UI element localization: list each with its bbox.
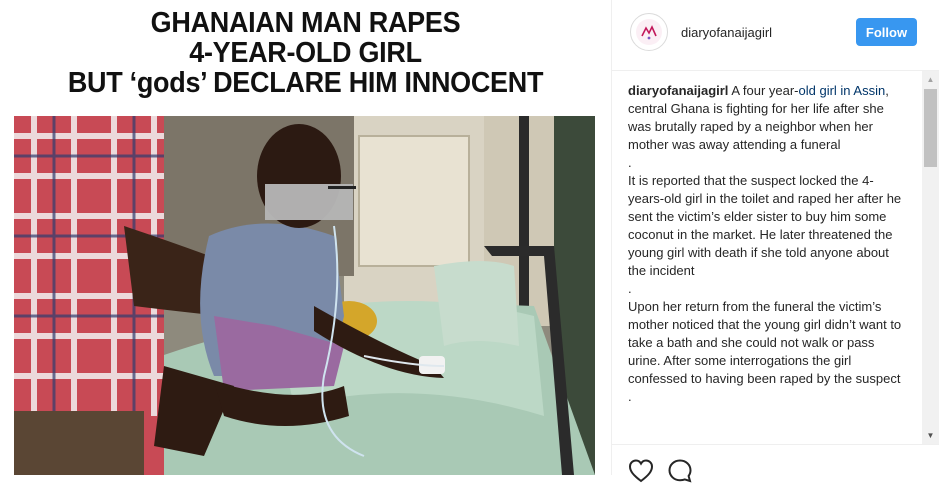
caption-scrollbar[interactable]: ▲ ▼: [922, 71, 939, 444]
scroll-down-arrow-icon[interactable]: ▼: [922, 427, 939, 444]
comment-icon[interactable]: [667, 458, 693, 484]
headline-line-3: BUT ‘gods’ DECLARE HIM INNOCENT: [67, 67, 544, 99]
eye-bar-overlay: [328, 186, 356, 189]
photo-illustration: [14, 116, 595, 475]
post-photo: [14, 116, 595, 475]
post-actions: [612, 444, 939, 483]
comments-area[interactable]: diaryofanaijagirl A four year-old girl i…: [612, 71, 939, 444]
follow-button[interactable]: Follow: [856, 18, 917, 46]
caption-intro: diaryofanaijagirl A four year-old girl i…: [628, 82, 904, 154]
caption-separator-2: .: [628, 281, 632, 296]
profile-avatar[interactable]: [630, 13, 668, 51]
caption-separator-1: .: [628, 155, 632, 170]
caption-separator-3: .: [628, 389, 632, 404]
headline-line-1: GHANAIAN MAN RAPES: [150, 7, 461, 39]
headline-line-2: 4-YEAR-OLD GIRL: [189, 37, 422, 69]
caption-username[interactable]: diaryofanaijagirl: [628, 83, 728, 98]
post-panel: diaryofanaijagirl Follow diaryofanaijagi…: [611, 0, 939, 483]
post-image[interactable]: GHANAIAN MAN RAPES 4-YEAR-OLD GIRL BUT ‘…: [0, 0, 611, 475]
post-caption: diaryofanaijagirl A four year-old girl i…: [628, 82, 904, 406]
caption-intro-prefix: A four year-: [728, 83, 799, 98]
caption-paragraph-3: Upon her return from the funeral the vic…: [628, 299, 902, 386]
heart-icon[interactable]: [628, 458, 654, 484]
header-username[interactable]: diaryofanaijagirl: [681, 25, 772, 40]
face-blur-overlay: [265, 184, 353, 220]
post-headline: GHANAIAN MAN RAPES 4-YEAR-OLD GIRL BUT ‘…: [0, 8, 611, 98]
scroll-up-arrow-icon[interactable]: ▲: [922, 71, 939, 88]
scrollbar-thumb[interactable]: [924, 89, 937, 167]
caption-intro-link: old girl in Assin: [798, 83, 886, 98]
avatar-logo-icon: [636, 19, 662, 45]
caption-paragraph-2: It is reported that the suspect locked t…: [628, 173, 902, 278]
post-header: diaryofanaijagirl Follow: [612, 0, 939, 71]
